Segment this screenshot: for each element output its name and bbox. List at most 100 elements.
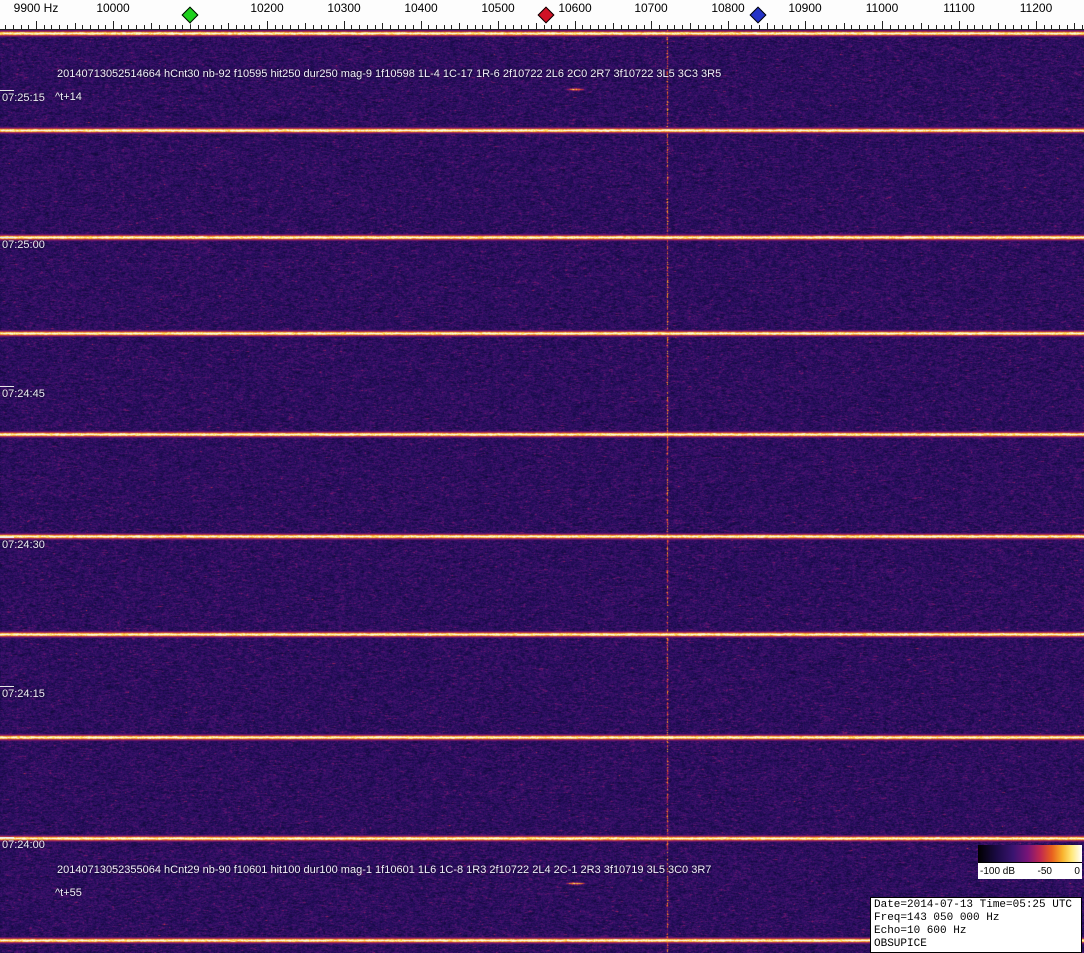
- ruler-tick: [921, 23, 922, 29]
- ruler-tick: [113, 21, 114, 29]
- detection-offset-1: ^t+14: [55, 91, 82, 103]
- ruler-tick: [936, 25, 937, 29]
- detection-annotation-2: 20140713052355064 hCnt29 nb-90 f10601 hi…: [57, 864, 712, 876]
- ruler-tick: [621, 25, 622, 29]
- ruler-tick: [805, 21, 806, 29]
- ruler-tick: [144, 25, 145, 29]
- ruler-tick: [974, 25, 975, 29]
- ruler-frequency-label: 11100: [943, 1, 975, 15]
- ruler-tick: [705, 25, 706, 29]
- detection-annotation-1: 20140713052514664 hCnt30 nb-92 f10595 hi…: [57, 68, 722, 80]
- ruler-tick: [451, 25, 452, 29]
- ruler-tick: [674, 25, 675, 29]
- ruler-tick: [567, 25, 568, 29]
- ruler-tick: [313, 25, 314, 29]
- ruler-tick: [790, 25, 791, 29]
- red-marker-diamond-icon[interactable]: [537, 6, 555, 24]
- ruler-tick: [651, 21, 652, 29]
- ruler-tick: [867, 25, 868, 29]
- time-label: 07:25:15: [2, 92, 45, 104]
- ruler-tick: [459, 23, 460, 29]
- time-tick: [0, 686, 14, 687]
- ruler-frequency-label: 9900 Hz: [13, 1, 59, 15]
- frequency-ruler[interactable]: 9900 Hz 10000 10200 10300 10400 10500 10600 107…: [0, 0, 1084, 30]
- waterfall-area: 20140713052514664 hCnt30 nb-92 f10595 hi…: [0, 30, 1084, 953]
- ruler-tick: [736, 25, 737, 29]
- ruler-tick: [75, 23, 76, 29]
- ruler-tick: [21, 25, 22, 29]
- ruler-tick: [605, 25, 606, 29]
- ruler-tick: [551, 25, 552, 29]
- ruler-tick: [982, 25, 983, 29]
- spectrogram-overlay: 20140713052514664 hCnt30 nb-92 f10595 hi…: [0, 30, 1084, 953]
- green-marker-diamond-icon[interactable]: [181, 6, 199, 24]
- ruler-tick: [436, 25, 437, 29]
- ruler-tick: [598, 25, 599, 29]
- ruler-tick: [967, 25, 968, 29]
- ruler-tick: [475, 25, 476, 29]
- ruler-tick: [244, 25, 245, 29]
- ruler-tick: [613, 23, 614, 29]
- ruler-frequency-label: 11000: [865, 1, 899, 15]
- time-label: 07:24:00: [2, 839, 45, 851]
- ruler-tick: [844, 23, 845, 29]
- detection-offset-2: ^t+55: [55, 887, 82, 899]
- time-label: 07:24:45: [2, 388, 45, 400]
- ruler-tick: [836, 25, 837, 29]
- ruler-tick: [659, 25, 660, 29]
- ruler-tick: [798, 25, 799, 29]
- ruler-tick: [636, 25, 637, 29]
- ruler-tick: [167, 25, 168, 29]
- ruler-tick: [821, 25, 822, 29]
- station-info-box: Date=2014-07-13 Time=05:25 UTC Freq=143 …: [870, 897, 1082, 953]
- ruler-tick: [444, 25, 445, 29]
- time-tick: [0, 90, 14, 91]
- ruler-tick: [67, 25, 68, 29]
- ruler-tick: [428, 25, 429, 29]
- ruler-tick: [282, 25, 283, 29]
- ruler-tick: [644, 25, 645, 29]
- ruler-tick: [544, 25, 545, 29]
- ruler-tick: [874, 25, 875, 29]
- ruler-tick: [267, 21, 268, 29]
- ruler-tick: [1036, 21, 1037, 29]
- db-min-label: -100 dB: [980, 865, 1016, 877]
- ruler-tick: [1067, 25, 1068, 29]
- time-tick: [0, 837, 14, 838]
- ruler-tick: [713, 25, 714, 29]
- ruler-tick: [898, 25, 899, 29]
- ruler-tick: [905, 25, 906, 29]
- ruler-tick: [151, 23, 152, 29]
- ruler-tick: [198, 25, 199, 29]
- ruler-tick: [105, 25, 106, 29]
- ruler-tick: [1021, 25, 1022, 29]
- ruler-tick: [251, 25, 252, 29]
- ruler-tick: [205, 25, 206, 29]
- ruler-tick: [398, 25, 399, 29]
- ruler-tick: [582, 25, 583, 29]
- ruler-tick: [44, 25, 45, 29]
- ruler-tick: [13, 25, 14, 29]
- ruler-tick: [959, 21, 960, 29]
- ruler-tick: [321, 25, 322, 29]
- ruler-frequency-label: 10800: [711, 1, 745, 15]
- ruler-tick: [505, 25, 506, 29]
- ruler-tick: [913, 25, 914, 29]
- ruler-tick: [859, 25, 860, 29]
- ruler-tick: [928, 25, 929, 29]
- ruler-tick: [367, 25, 368, 29]
- ruler-tick: [213, 25, 214, 29]
- blue-marker-diamond-icon[interactable]: [749, 6, 767, 24]
- ruler-tick: [236, 25, 237, 29]
- db-max-label: 0: [1074, 865, 1080, 877]
- ruler-tick: [298, 25, 299, 29]
- ruler-tick: [990, 25, 991, 29]
- ruler-tick: [28, 25, 29, 29]
- ruler-tick: [1074, 23, 1075, 29]
- ruler-tick: [774, 25, 775, 29]
- ruler-tick: [944, 25, 945, 29]
- ruler-tick: [590, 25, 591, 29]
- ruler-tick: [98, 25, 99, 29]
- ruler-tick: [690, 23, 691, 29]
- ruler-tick: [628, 25, 629, 29]
